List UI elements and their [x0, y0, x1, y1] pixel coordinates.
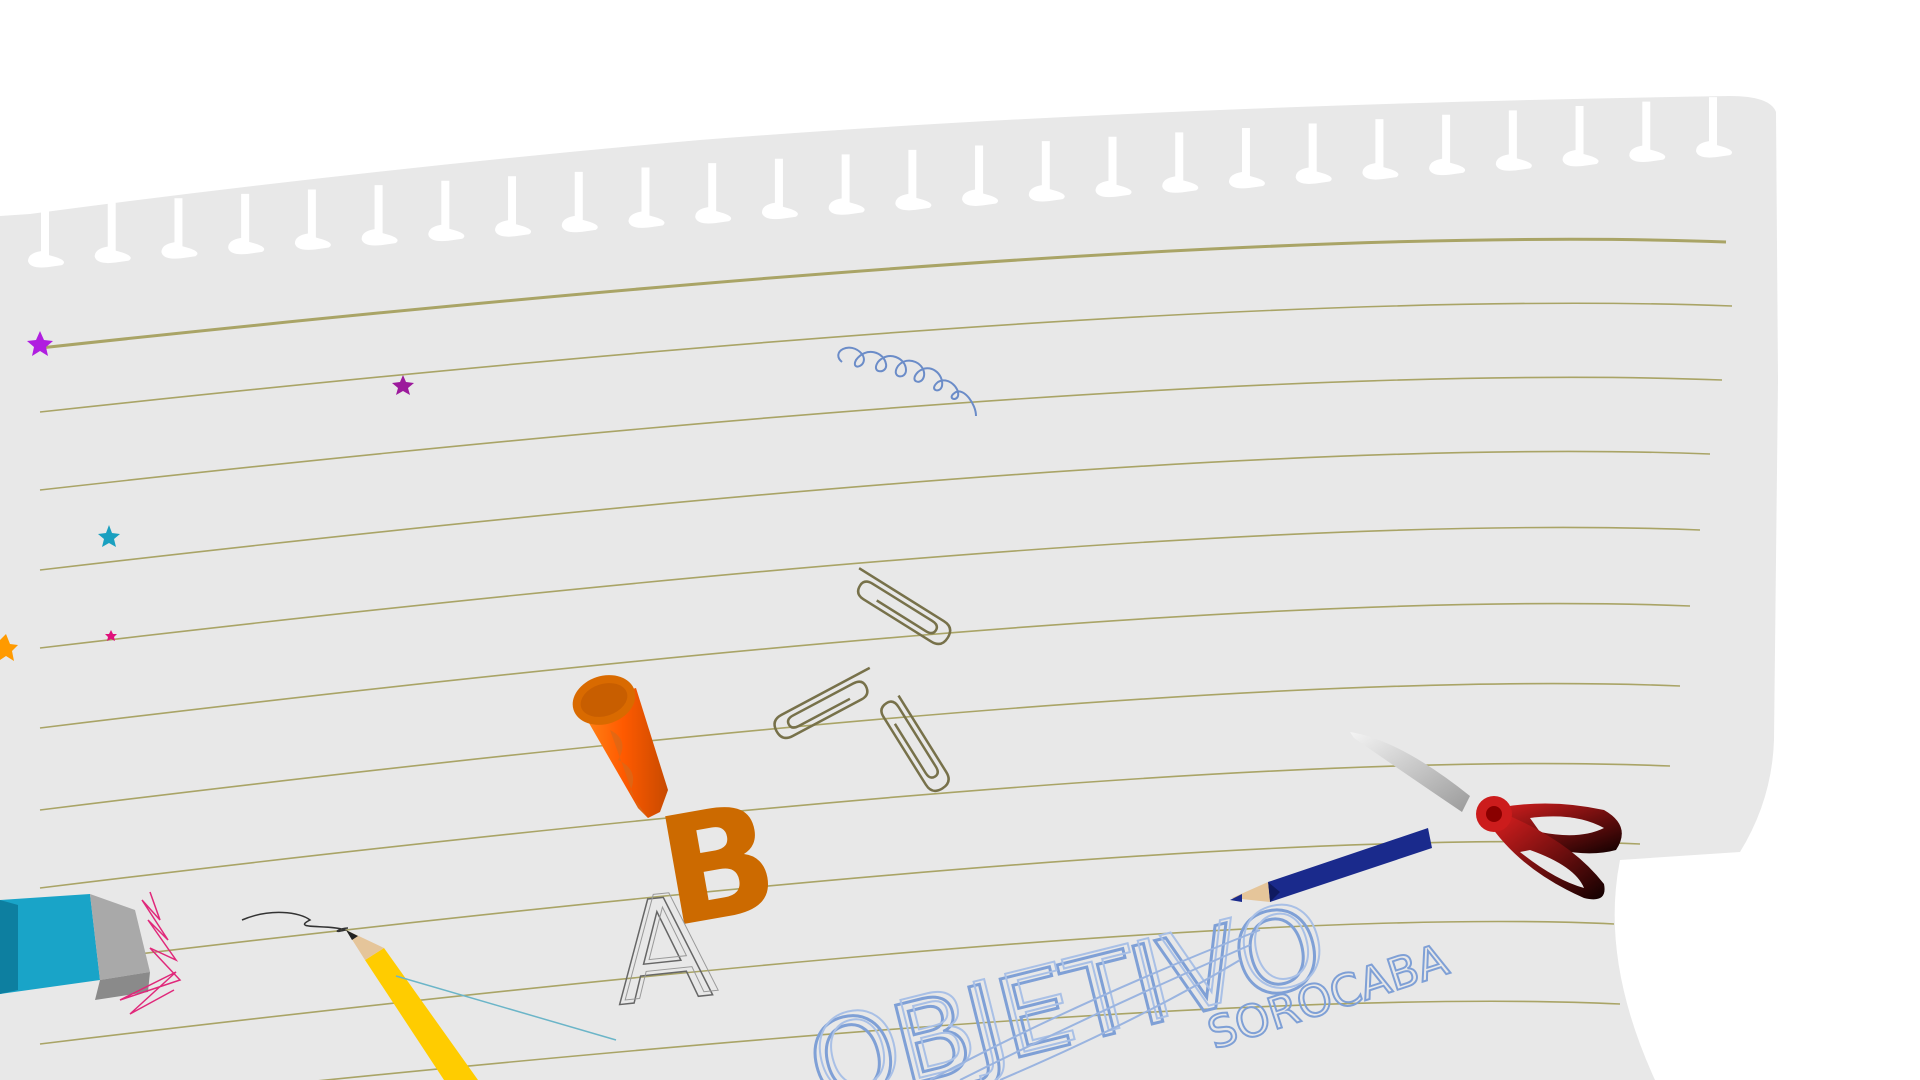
letter-a-shadow: A — [611, 862, 723, 1034]
notebook-scene: B A A OBJETIVO OBJETIVO SOROCABA — [0, 96, 1778, 1080]
